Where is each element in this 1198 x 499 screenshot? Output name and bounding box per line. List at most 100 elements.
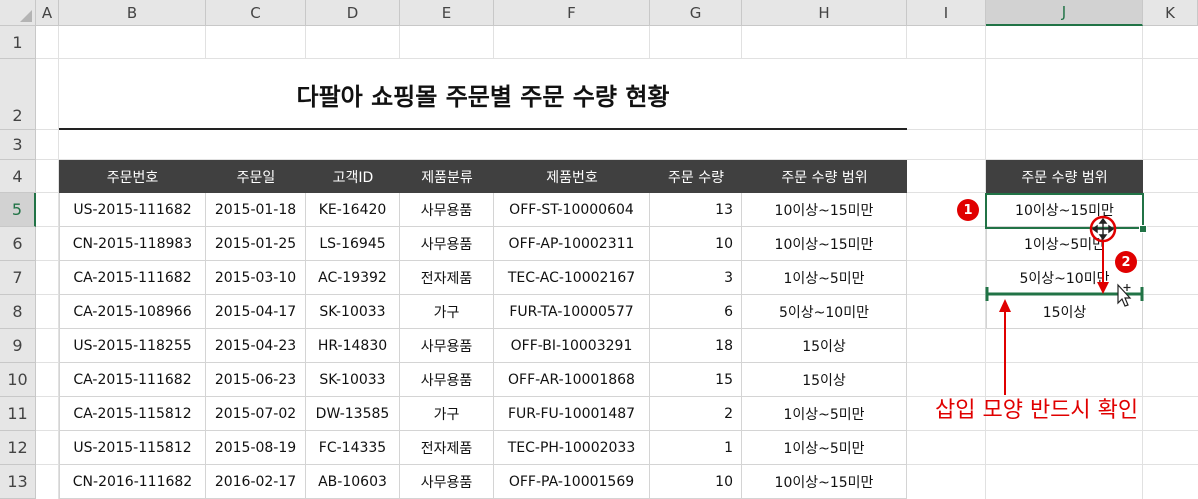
column-header-a[interactable]: A xyxy=(36,0,59,26)
table-cell[interactable]: OFF-ST-10000604 xyxy=(494,193,650,227)
column-header-h[interactable]: H xyxy=(742,0,907,26)
column-header-c[interactable]: C xyxy=(206,0,306,26)
table-cell[interactable]: 1 xyxy=(650,431,742,465)
active-cell-selection[interactable] xyxy=(985,193,1144,229)
table-cell[interactable]: 1이상~5미만 xyxy=(742,431,907,465)
table-cell[interactable]: 2015-07-02 xyxy=(206,397,306,431)
row-header-12[interactable]: 12 xyxy=(0,431,36,465)
table-cell[interactable]: 6 xyxy=(650,295,742,329)
table-cell[interactable]: US-2015-111682 xyxy=(59,193,206,227)
row-header-5[interactable]: 5 xyxy=(0,193,36,227)
table-cell[interactable]: OFF-AP-10002311 xyxy=(494,227,650,261)
table-cell[interactable]: SK-10033 xyxy=(306,363,400,397)
table-cell[interactable]: DW-13585 xyxy=(306,397,400,431)
table-header[interactable]: 제품번호 xyxy=(494,160,650,193)
table-cell[interactable]: 2015-03-10 xyxy=(206,261,306,295)
table-cell[interactable]: 2016-02-17 xyxy=(206,465,306,499)
row-header-6[interactable]: 6 xyxy=(0,227,36,261)
table-cell[interactable]: 15이상 xyxy=(742,329,907,363)
table-header[interactable]: 주문 수량 범위 xyxy=(742,160,907,193)
row-header-9[interactable]: 9 xyxy=(0,329,36,363)
column-header-j[interactable]: J xyxy=(986,0,1143,26)
table-cell[interactable]: 15이상 xyxy=(742,363,907,397)
table-cell[interactable]: FUR-TA-10000577 xyxy=(494,295,650,329)
column-header-e[interactable]: E xyxy=(400,0,494,26)
column-header-b[interactable]: B xyxy=(59,0,206,26)
table-cell[interactable]: 10 xyxy=(650,227,742,261)
row-header-1[interactable]: 1 xyxy=(0,26,36,59)
table-cell[interactable]: 3 xyxy=(650,261,742,295)
table-cell[interactable]: OFF-AR-10001868 xyxy=(494,363,650,397)
row-header-13[interactable]: 13 xyxy=(0,465,36,499)
table-cell[interactable]: CA-2015-111682 xyxy=(59,363,206,397)
table-cell[interactable]: 10 xyxy=(650,465,742,499)
fill-handle[interactable] xyxy=(1139,225,1147,233)
table-cell[interactable]: 2015-01-25 xyxy=(206,227,306,261)
select-all-corner[interactable] xyxy=(0,0,36,26)
table-cell[interactable]: 2015-01-18 xyxy=(206,193,306,227)
table-cell[interactable]: 15 xyxy=(650,363,742,397)
row-header-7[interactable]: 7 xyxy=(0,261,36,295)
table-cell[interactable]: CN-2016-111682 xyxy=(59,465,206,499)
table-cell[interactable]: 10이상~15미만 xyxy=(742,465,907,499)
column-header-f[interactable]: F xyxy=(494,0,650,26)
table-cell[interactable]: OFF-BI-10003291 xyxy=(494,329,650,363)
table-header[interactable]: 고객ID xyxy=(306,160,400,193)
table-cell[interactable]: 사무용품 xyxy=(400,363,494,397)
table-cell[interactable]: SK-10033 xyxy=(306,295,400,329)
column-header-i[interactable]: I xyxy=(907,0,986,26)
table-cell[interactable]: 2015-04-23 xyxy=(206,329,306,363)
table-cell[interactable]: 전자제품 xyxy=(400,261,494,295)
row-header-2[interactable]: 2 xyxy=(0,59,36,130)
table-cell[interactable]: AB-10603 xyxy=(306,465,400,499)
table-cell[interactable]: CA-2015-108966 xyxy=(59,295,206,329)
table-cell[interactable]: 10이상~15미만 xyxy=(742,227,907,261)
table-cell[interactable]: 사무용품 xyxy=(400,227,494,261)
range-cell-j8[interactable]: 15이상 xyxy=(986,295,1143,329)
row-header-10[interactable]: 10 xyxy=(0,363,36,397)
table-cell[interactable]: 전자제품 xyxy=(400,431,494,465)
table-cell[interactable]: 1이상~5미만 xyxy=(742,397,907,431)
table-cell[interactable]: 10이상~15미만 xyxy=(742,193,907,227)
table-cell[interactable]: CN-2015-118983 xyxy=(59,227,206,261)
table-cell[interactable]: TEC-AC-10002167 xyxy=(494,261,650,295)
table-cell[interactable]: 13 xyxy=(650,193,742,227)
table-cell[interactable]: 18 xyxy=(650,329,742,363)
column-header-d[interactable]: D xyxy=(306,0,400,26)
table-cell[interactable]: 1이상~5미만 xyxy=(742,261,907,295)
table-cell[interactable]: 2015-06-23 xyxy=(206,363,306,397)
table-cell[interactable]: 가구 xyxy=(400,295,494,329)
row-header-8[interactable]: 8 xyxy=(0,295,36,329)
table-cell[interactable]: 사무용품 xyxy=(400,329,494,363)
table-cell[interactable]: 가구 xyxy=(400,397,494,431)
table-cell[interactable]: 사무용품 xyxy=(400,465,494,499)
table-cell[interactable]: 5이상~10미만 xyxy=(742,295,907,329)
sheet-title[interactable]: 다팔아 쇼핑몰 주문별 주문 수량 현황 xyxy=(59,60,907,128)
table-cell[interactable]: FC-14335 xyxy=(306,431,400,465)
table-cell[interactable]: HR-14830 xyxy=(306,329,400,363)
table-cell[interactable]: KE-16420 xyxy=(306,193,400,227)
table-cell[interactable]: CA-2015-111682 xyxy=(59,261,206,295)
table-cell[interactable]: 사무용품 xyxy=(400,193,494,227)
row-header-4[interactable]: 4 xyxy=(0,160,36,193)
table-cell[interactable]: US-2015-115812 xyxy=(59,431,206,465)
table-cell[interactable]: OFF-PA-10001569 xyxy=(494,465,650,499)
table-cell[interactable]: 2 xyxy=(650,397,742,431)
column-header-k[interactable]: K xyxy=(1143,0,1198,26)
table-cell[interactable]: 2015-08-19 xyxy=(206,431,306,465)
range-table-header[interactable]: 주문 수량 범위 xyxy=(986,160,1143,193)
table-header[interactable]: 주문번호 xyxy=(59,160,206,193)
table-cell[interactable]: CA-2015-115812 xyxy=(59,397,206,431)
table-cell[interactable]: AC-19392 xyxy=(306,261,400,295)
table-cell[interactable]: US-2015-118255 xyxy=(59,329,206,363)
table-cell[interactable]: 2015-04-17 xyxy=(206,295,306,329)
column-header-g[interactable]: G xyxy=(650,0,742,26)
table-header[interactable]: 제품분류 xyxy=(400,160,494,193)
table-header[interactable]: 주문 수량 xyxy=(650,160,742,193)
table-cell[interactable]: TEC-PH-10002033 xyxy=(494,431,650,465)
table-cell[interactable]: LS-16945 xyxy=(306,227,400,261)
row-header-11[interactable]: 11 xyxy=(0,397,36,431)
table-cell[interactable]: FUR-FU-10001487 xyxy=(494,397,650,431)
table-header[interactable]: 주문일 xyxy=(206,160,306,193)
row-header-3[interactable]: 3 xyxy=(0,130,36,160)
